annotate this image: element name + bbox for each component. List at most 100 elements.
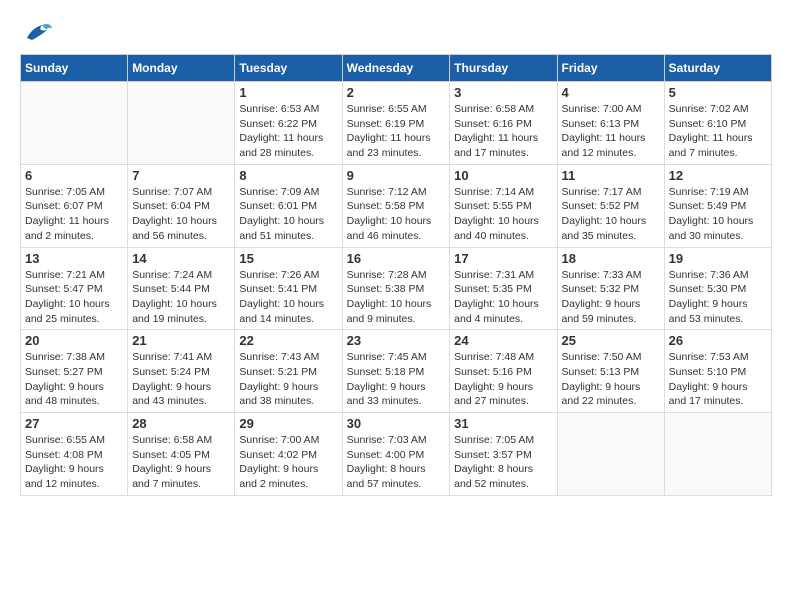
day-info: Sunrise: 7:12 AM Sunset: 5:58 PM Dayligh… [347,185,446,244]
calendar-cell [21,82,128,165]
day-info: Sunrise: 7:26 AM Sunset: 5:41 PM Dayligh… [239,268,337,327]
calendar-cell: 8 Sunrise: 7:09 AM Sunset: 6:01 PM Daylig… [235,164,342,247]
day-info: Sunrise: 7:53 AM Sunset: 5:10 PM Dayligh… [669,350,767,409]
calendar-cell: 12 Sunrise: 7:19 AM Sunset: 5:49 PM Dayli… [664,164,771,247]
day-info: Sunrise: 7:17 AM Sunset: 5:52 PM Dayligh… [562,185,660,244]
calendar-cell: 15 Sunrise: 7:26 AM Sunset: 5:41 PM Dayli… [235,247,342,330]
weekday-header-tuesday: Tuesday [235,55,342,82]
calendar-week-row: 27 Sunrise: 6:55 AM Sunset: 4:08 PM Dayli… [21,413,772,496]
day-number: 18 [562,251,660,266]
day-info: Sunrise: 6:58 AM Sunset: 6:16 PM Dayligh… [454,102,552,161]
day-info: Sunrise: 7:50 AM Sunset: 5:13 PM Dayligh… [562,350,660,409]
day-info: Sunrise: 7:33 AM Sunset: 5:32 PM Dayligh… [562,268,660,327]
day-info: Sunrise: 6:53 AM Sunset: 6:22 PM Dayligh… [239,102,337,161]
day-number: 14 [132,251,230,266]
day-info: Sunrise: 7:05 AM Sunset: 3:57 PM Dayligh… [454,433,552,492]
day-number: 31 [454,416,552,431]
day-info: Sunrise: 6:58 AM Sunset: 4:05 PM Dayligh… [132,433,230,492]
weekday-header-saturday: Saturday [664,55,771,82]
day-info: Sunrise: 7:21 AM Sunset: 5:47 PM Dayligh… [25,268,123,327]
day-info: Sunrise: 7:24 AM Sunset: 5:44 PM Dayligh… [132,268,230,327]
day-info: Sunrise: 6:55 AM Sunset: 4:08 PM Dayligh… [25,433,123,492]
calendar-cell: 27 Sunrise: 6:55 AM Sunset: 4:08 PM Dayli… [21,413,128,496]
calendar-week-row: 13 Sunrise: 7:21 AM Sunset: 5:47 PM Dayli… [21,247,772,330]
weekday-header-wednesday: Wednesday [342,55,450,82]
calendar-cell: 28 Sunrise: 6:58 AM Sunset: 4:05 PM Dayli… [128,413,235,496]
day-number: 23 [347,333,446,348]
day-number: 4 [562,85,660,100]
day-info: Sunrise: 7:36 AM Sunset: 5:30 PM Dayligh… [669,268,767,327]
day-number: 11 [562,168,660,183]
calendar-cell: 9 Sunrise: 7:12 AM Sunset: 5:58 PM Daylig… [342,164,450,247]
day-number: 5 [669,85,767,100]
calendar-cell [664,413,771,496]
calendar-cell: 29 Sunrise: 7:00 AM Sunset: 4:02 PM Dayli… [235,413,342,496]
day-number: 21 [132,333,230,348]
day-number: 26 [669,333,767,348]
calendar-cell: 22Sunrise: 7:43 AM Sunset: 5:21 PM Dayli… [235,330,342,413]
day-number: 10 [454,168,552,183]
calendar-cell: 19 Sunrise: 7:36 AM Sunset: 5:30 PM Dayli… [664,247,771,330]
day-info: Sunrise: 7:09 AM Sunset: 6:01 PM Dayligh… [239,185,337,244]
day-number: 27 [25,416,123,431]
weekday-header-thursday: Thursday [450,55,557,82]
calendar-cell: 5 Sunrise: 7:02 AM Sunset: 6:10 PM Daylig… [664,82,771,165]
calendar-week-row: 6 Sunrise: 7:05 AM Sunset: 6:07 PM Daylig… [21,164,772,247]
calendar-week-row: 1 Sunrise: 6:53 AM Sunset: 6:22 PM Daylig… [21,82,772,165]
calendar-cell: 6 Sunrise: 7:05 AM Sunset: 6:07 PM Daylig… [21,164,128,247]
day-info: Sunrise: 7:19 AM Sunset: 5:49 PM Dayligh… [669,185,767,244]
day-info: Sunrise: 7:03 AM Sunset: 4:00 PM Dayligh… [347,433,446,492]
calendar-cell: 18 Sunrise: 7:33 AM Sunset: 5:32 PM Dayli… [557,247,664,330]
day-number: 29 [239,416,337,431]
day-number: 1 [239,85,337,100]
calendar-table: SundayMondayTuesdayWednesdayThursdayFrid… [20,54,772,496]
day-info: Sunrise: 7:00 AM Sunset: 6:13 PM Dayligh… [562,102,660,161]
day-number: 20 [25,333,123,348]
logo [20,20,52,44]
day-number: 3 [454,85,552,100]
calendar-cell: 11 Sunrise: 7:17 AM Sunset: 5:52 PM Dayli… [557,164,664,247]
day-info: Sunrise: 7:05 AM Sunset: 6:07 PM Dayligh… [25,185,123,244]
day-info: Sunrise: 7:14 AM Sunset: 5:55 PM Dayligh… [454,185,552,244]
day-info: Sunrise: 7:41 AM Sunset: 5:24 PM Dayligh… [132,350,230,409]
calendar-cell: 3 Sunrise: 6:58 AM Sunset: 6:16 PM Daylig… [450,82,557,165]
day-info: Sunrise: 7:45 AM Sunset: 5:18 PM Dayligh… [347,350,446,409]
calendar-cell: 1 Sunrise: 6:53 AM Sunset: 6:22 PM Daylig… [235,82,342,165]
day-number: 22 [239,333,337,348]
calendar-cell: 7Sunrise: 7:07 AM Sunset: 6:04 PM Daylig… [128,164,235,247]
day-number: 30 [347,416,446,431]
day-number: 15 [239,251,337,266]
day-number: 8 [239,168,337,183]
day-number: 12 [669,168,767,183]
day-number: 19 [669,251,767,266]
day-number: 17 [454,251,552,266]
calendar-cell: 2 Sunrise: 6:55 AM Sunset: 6:19 PM Daylig… [342,82,450,165]
day-number: 7 [132,168,230,183]
calendar-cell: 13 Sunrise: 7:21 AM Sunset: 5:47 PM Dayli… [21,247,128,330]
calendar-cell: 23 Sunrise: 7:45 AM Sunset: 5:18 PM Dayli… [342,330,450,413]
day-info: Sunrise: 7:02 AM Sunset: 6:10 PM Dayligh… [669,102,767,161]
calendar-cell: 17Sunrise: 7:31 AM Sunset: 5:35 PM Dayli… [450,247,557,330]
day-number: 28 [132,416,230,431]
calendar-cell: 31 Sunrise: 7:05 AM Sunset: 3:57 PM Dayli… [450,413,557,496]
day-number: 13 [25,251,123,266]
logo-bird-icon [22,20,52,44]
day-info: Sunrise: 6:55 AM Sunset: 6:19 PM Dayligh… [347,102,446,161]
weekday-header-sunday: Sunday [21,55,128,82]
calendar-cell [557,413,664,496]
calendar-cell: 30 Sunrise: 7:03 AM Sunset: 4:00 PM Dayli… [342,413,450,496]
calendar-cell: 16Sunrise: 7:28 AM Sunset: 5:38 PM Dayli… [342,247,450,330]
page-header [20,20,772,44]
calendar-cell: 26 Sunrise: 7:53 AM Sunset: 5:10 PM Dayli… [664,330,771,413]
weekday-header-friday: Friday [557,55,664,82]
day-info: Sunrise: 7:48 AM Sunset: 5:16 PM Dayligh… [454,350,552,409]
calendar-week-row: 20 Sunrise: 7:38 AM Sunset: 5:27 PM Dayli… [21,330,772,413]
weekday-header-monday: Monday [128,55,235,82]
day-number: 9 [347,168,446,183]
weekday-header-row: SundayMondayTuesdayWednesdayThursdayFrid… [21,55,772,82]
day-info: Sunrise: 7:00 AM Sunset: 4:02 PM Dayligh… [239,433,337,492]
day-number: 6 [25,168,123,183]
day-info: Sunrise: 7:38 AM Sunset: 5:27 PM Dayligh… [25,350,123,409]
calendar-cell: 20 Sunrise: 7:38 AM Sunset: 5:27 PM Dayli… [21,330,128,413]
day-number: 2 [347,85,446,100]
